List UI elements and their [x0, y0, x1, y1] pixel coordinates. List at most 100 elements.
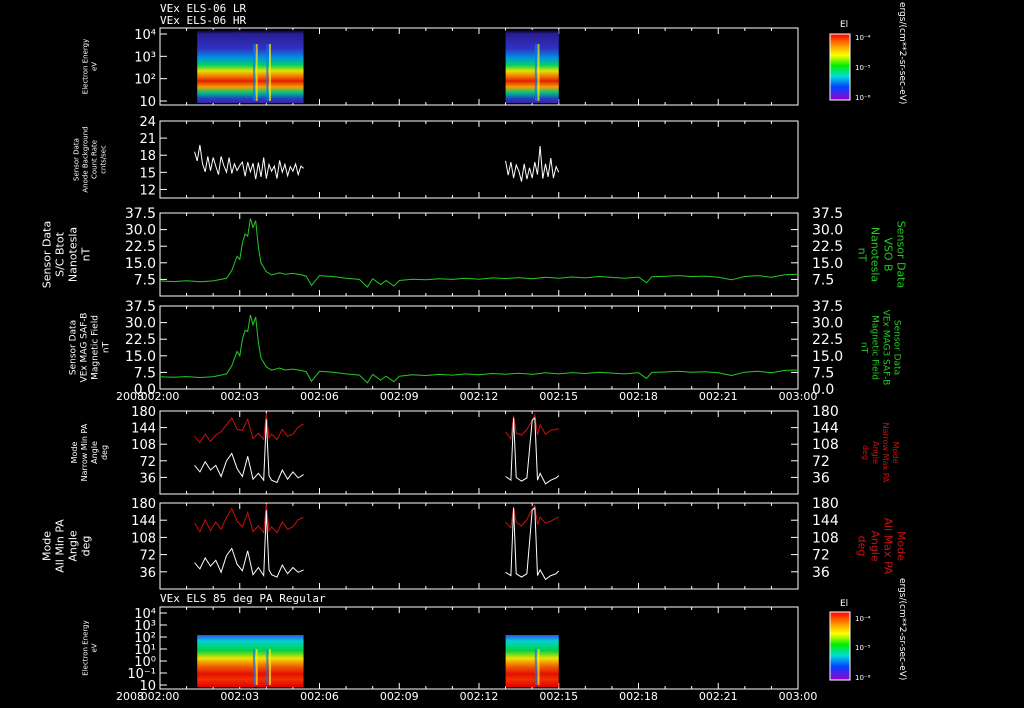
panel-4-ytick-label: 7.5 [134, 365, 156, 381]
panel-4-series-1-line [159, 314, 799, 384]
panel-2-series-2-line [505, 146, 560, 182]
panel-4-xtick-label: 002:03 [220, 390, 259, 403]
panel-7-spectrogram-streak [537, 649, 540, 685]
panel-2-ytick-label: 15 [139, 166, 156, 181]
panel-4-xtick-label: 002:06 [300, 390, 339, 403]
panel-4-ytick-label-right: 22.5 [812, 332, 843, 348]
panel-4-xtick-label: 002:09 [380, 390, 419, 403]
panel-1-spectrogram-streak [537, 44, 540, 101]
panel-5-ytick-label-right: 108 [812, 437, 839, 453]
panel-3-ylabel-line: S/C Btot [54, 231, 67, 276]
colorbar-bottom-side-label: ergs/(cm**2-sr-sec-eV) [897, 578, 907, 680]
panel-4-ytick-label-right: 15.0 [812, 349, 843, 365]
panel-1-ytick-label: 10² [134, 73, 156, 88]
panel-6-ylabel-right-line: All Max PA [882, 518, 895, 575]
panel-3-ytick-label: 15.0 [125, 256, 156, 272]
panel-6-ytick-label: 144 [131, 514, 156, 529]
panel-7-xtick-label: 002:00 [141, 690, 180, 703]
panel-6-ylabel-line: Angle [67, 530, 80, 562]
panel-3-ytick-label-right: 37.5 [812, 206, 843, 222]
panel-1-ytick-label: 10³ [134, 50, 156, 65]
panel-2-ylabel-line: Count Rate [91, 140, 99, 179]
panel-3-ylabel-line: Sensor Data [41, 221, 54, 288]
panel-4-ytick-label: 22.5 [125, 332, 156, 348]
panel-3-ylabel-line: Nanotesla [67, 227, 80, 282]
colorbar-top-tick-3: 10⁻⁶ [855, 94, 871, 102]
panel-3-ytick-label-right: 15.0 [812, 256, 843, 272]
panel-5-ytick-label: 72 [139, 455, 156, 470]
panel-6-ytick-label-right: 36 [812, 565, 830, 581]
panel-6-frame [159, 502, 799, 590]
panel-6-ytick-label: 72 [139, 549, 156, 564]
panel-7-xtick-label: 002:09 [380, 690, 419, 703]
panel-7-year-label: 2008 [116, 690, 144, 703]
panel-6-ytick-label: 36 [139, 566, 156, 581]
panel-7-spectrogram-block-2 [505, 635, 559, 687]
panel-6: 180 180144 144108 10872 7236 36Mode All Min PA… [41, 496, 908, 590]
panel-6-series-2-line [194, 510, 304, 578]
panel-4-ylabel-right-line: Sensor Data [892, 320, 902, 375]
panel-1-spectrogram-block-2 [505, 30, 559, 103]
panel-5-ytick-label-right: 36 [812, 470, 830, 486]
panel-7-spectrogram-streak [266, 649, 269, 685]
panel-2-series-1-line [194, 144, 304, 180]
panel-4-ytick-label-right: 30.0 [812, 316, 843, 332]
panel-6-series-1-line [194, 503, 304, 534]
panel-1-ylabel-line: eV [91, 62, 99, 71]
panel-5-ylabel-line: Narrow Min PA [80, 423, 89, 481]
panel-6-ytick-label: 108 [131, 531, 156, 546]
panel-5-frame [159, 410, 799, 495]
panel-7-spectrogram-block-1 [197, 635, 304, 687]
panel-7-xtick-label: 002:03 [220, 690, 259, 703]
panel-5-ylabel-line: Angle [90, 441, 99, 464]
chart-stage: VEx ELS-06 LR VEx ELS-06 HR 10⁴10³10²10E… [41, 2, 908, 703]
panel-4-xtick-label: 002:18 [619, 390, 658, 403]
panel-5: 180 180144 144108 10872 7236 36Mode Narrow Min… [70, 404, 900, 495]
panel-5-ylabel-right-line: deg [861, 445, 870, 460]
panel-4-ytick-label-right: 7.5 [812, 365, 834, 381]
panel-6-series-4-line [505, 506, 560, 581]
panel-2-ytick-label: 18 [139, 149, 156, 164]
panel-4-xtick-label: 002:00 [141, 390, 180, 403]
panel-4-xtick-label: 002:12 [460, 390, 499, 403]
panel-1-spectrogram-block-1 [197, 30, 304, 103]
panel-4-ylabel-line: Magnetic Field [91, 315, 101, 380]
panel-5-ylabel-line: Mode [70, 442, 79, 464]
panel-3-ylabel-right-line: nT [856, 248, 869, 262]
panel-7-ylabel-line: eV [91, 643, 99, 652]
panel-5-ytick-label: 108 [131, 438, 156, 453]
colorbar-top-gradient [829, 33, 851, 101]
panel-3-ylabel-line: nT [80, 247, 93, 261]
panel-2: 24 21 18 15 12 Sensor Data Anode Background Cou… [73, 115, 799, 199]
panel-2-ytick-label: 21 [139, 132, 156, 147]
panel-5-ylabel-right-line: Angle [871, 441, 880, 464]
panel-5-series-1-line [194, 413, 304, 444]
colorbar-bottom: El 10⁻⁴ 10⁻⁵ 10⁻⁶ ergs/(cm**2-sr-sec-eV) [829, 578, 907, 682]
panel-7-spectrogram-streak [534, 649, 537, 685]
panel-1-spectrogram-streak [268, 44, 271, 101]
panel-5-ytick-label: 144 [131, 422, 156, 437]
panel-4-ytick-label-right: 37.5 [812, 299, 843, 315]
panel-3-series-1-line [159, 218, 799, 288]
panel-3-ytick-label-right: 30.0 [812, 223, 843, 239]
panel-5-ylabel-right-line: Narrow Max PA [881, 423, 890, 484]
panel-5-ytick-label: 180 [131, 405, 156, 420]
colorbar-bottom-tick-3: 10⁻⁶ [855, 674, 871, 682]
bottom-panel-title: VEx ELS 85 deg PA Regular [160, 592, 326, 605]
panel-4-ylabel-right-line: VEx MAG3 SAF-B [881, 310, 891, 386]
panel-1-spectrogram-streak [534, 44, 537, 101]
panel-4-xtick-label: 002:15 [539, 390, 578, 403]
panel-1: 10⁴ 10³ 10² 10 Electron Energy eV [82, 27, 799, 110]
panel-4-year-label: 2008 [116, 390, 144, 403]
panel-6-ylabel-right-line: deg [856, 536, 869, 557]
panel-7-xtick-label: 002:18 [619, 690, 658, 703]
colorbar-top-tick-2: 10⁻⁵ [855, 64, 871, 72]
panel-1-ytick-label: 10⁴ [134, 28, 156, 43]
panel-1-spectrogram-streak [255, 44, 258, 101]
panel-2-ytick-label: 12 [139, 183, 156, 198]
colorbar-top-title: El [840, 20, 848, 30]
panel-6-ytick-label: 180 [131, 497, 156, 512]
panel-1-spectrogram-streak [253, 44, 256, 101]
panel-4-ytick-label: 15.0 [125, 349, 156, 365]
panel-5-ytick-label-right: 180 [812, 404, 839, 420]
